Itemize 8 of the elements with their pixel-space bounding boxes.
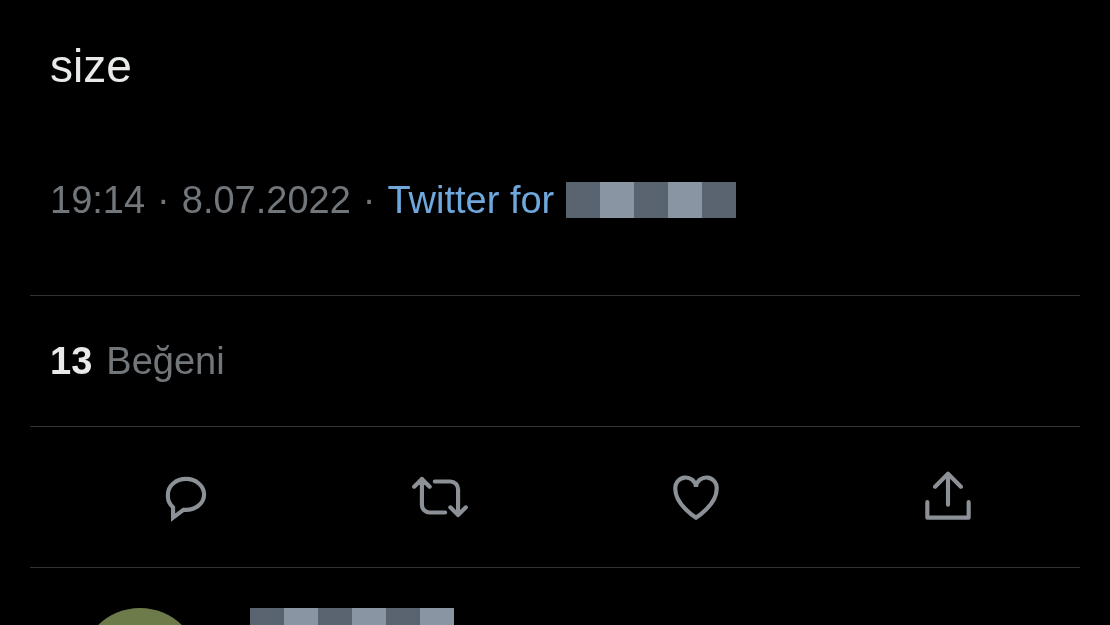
separator-dot: ·	[362, 178, 376, 222]
like-label[interactable]: Beğeni	[106, 339, 225, 383]
source-link[interactable]: Twitter for	[387, 178, 555, 222]
tweet-text: size	[50, 40, 132, 92]
like-count: 13	[50, 339, 93, 383]
separator-dot: ·	[157, 178, 170, 222]
tweet-time: 19:14	[50, 178, 146, 222]
tweet-date: 8.07.2022	[181, 178, 351, 222]
